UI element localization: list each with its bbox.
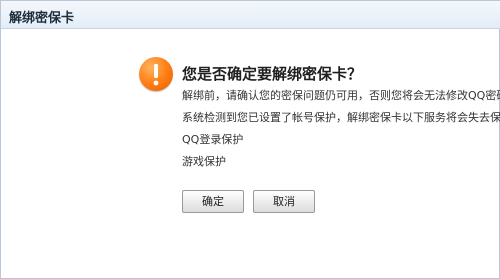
protected-service-item: 游戏保护 [182, 155, 226, 168]
protected-service-item: QQ登录保护 [182, 133, 244, 146]
confirm-heading: 您是否确定要解绑密保卡？ [182, 65, 363, 83]
unbind-card-dialog: 解绑密保卡 您是否确定要解绑密保卡？ 解绑前，请确认您的密保问题仍可用，否则您将… [0, 0, 500, 279]
confirm-button[interactable]: 确定 [182, 190, 244, 213]
cancel-button[interactable]: 取消 [253, 190, 315, 213]
notice-line: 解绑前，请确认您的密保问题仍可用，否则您将会无法修改QQ密码等 [182, 89, 500, 102]
dialog-titlebar: 解绑密保卡 [1, 1, 500, 29]
notice-line: 系统检测到您已设置了帐号保护，解绑密保卡以下服务将会失去保护： [182, 111, 500, 124]
dialog-title: 解绑密保卡 [9, 11, 75, 26]
exclamation-warning-icon [139, 57, 173, 91]
